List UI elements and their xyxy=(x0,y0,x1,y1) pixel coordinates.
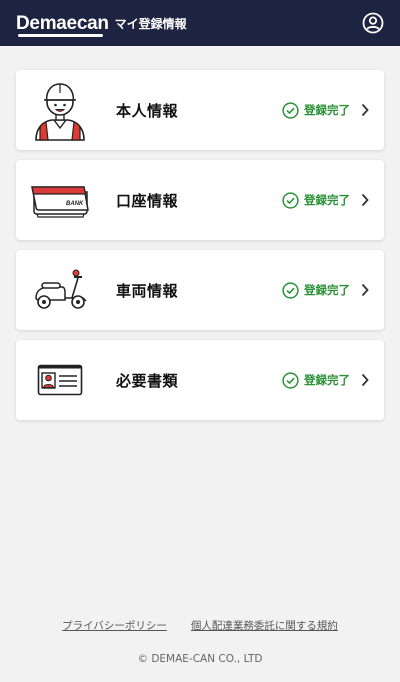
status-text: 登録完了 xyxy=(304,193,350,207)
status-badge: 登録完了 xyxy=(282,191,350,209)
card-illustration xyxy=(28,78,92,142)
status-text: 登録完了 xyxy=(304,283,350,297)
delivery-person-icon xyxy=(35,83,85,141)
card-illustration xyxy=(28,348,92,412)
card-label: 必要書類 xyxy=(116,371,179,390)
card-required-documents[interactable]: 必要書類 登録完了 xyxy=(16,340,384,420)
card-illustration xyxy=(28,258,92,322)
check-circle-icon xyxy=(282,371,299,389)
status-badge: 登録完了 xyxy=(282,371,350,389)
copyright: © DEMAE-CAN CO., LTD xyxy=(137,653,263,665)
status-text: 登録完了 xyxy=(304,103,350,117)
account-button[interactable] xyxy=(360,10,386,36)
scooter-icon xyxy=(35,269,87,309)
card-label: 車両情報 xyxy=(116,281,179,300)
chevron-right-icon xyxy=(360,193,370,207)
account-circle-icon xyxy=(362,12,384,34)
card-bank-info[interactable]: BANK 口座情報 登録完了 xyxy=(16,160,384,240)
check-circle-icon xyxy=(282,281,299,299)
chevron-right-icon xyxy=(360,103,370,117)
status-badge: 登録完了 xyxy=(282,101,350,119)
check-circle-icon xyxy=(282,191,299,209)
footer: プライバシーポリシー 個人配達業務委託に関する規約 © DEMAE-CAN CO… xyxy=(0,618,400,665)
bank-label: BANK xyxy=(66,201,84,207)
app-header: Demaecan マイ登録情報 xyxy=(0,0,400,46)
status-text: 登録完了 xyxy=(304,373,350,387)
id-card-icon xyxy=(37,364,83,396)
registration-list: 本人情報 登録完了 BANK 口座情報 登録完了 車両情報 登録完了 必要書類 … xyxy=(0,46,400,420)
check-circle-icon xyxy=(282,101,299,119)
status-badge: 登録完了 xyxy=(282,281,350,299)
logo-text: Demaecan xyxy=(16,12,109,34)
privacy-policy-link[interactable]: プライバシーポリシー xyxy=(62,618,167,633)
card-illustration: BANK xyxy=(28,168,92,232)
card-vehicle-info[interactable]: 車両情報 登録完了 xyxy=(16,250,384,330)
bankbook-icon: BANK xyxy=(31,186,89,218)
footer-links: プライバシーポリシー 個人配達業務委託に関する規約 xyxy=(0,618,400,633)
card-personal-info[interactable]: 本人情報 登録完了 xyxy=(16,70,384,150)
page-title: マイ登録情報 xyxy=(114,17,187,31)
card-label: 本人情報 xyxy=(116,101,179,120)
logo-underline xyxy=(18,33,103,37)
terms-link[interactable]: 個人配達業務委託に関する規約 xyxy=(191,618,338,633)
demaecan-logo[interactable]: Demaecan xyxy=(16,12,109,37)
chevron-right-icon xyxy=(360,373,370,387)
card-label: 口座情報 xyxy=(116,191,179,210)
chevron-right-icon xyxy=(360,283,370,297)
